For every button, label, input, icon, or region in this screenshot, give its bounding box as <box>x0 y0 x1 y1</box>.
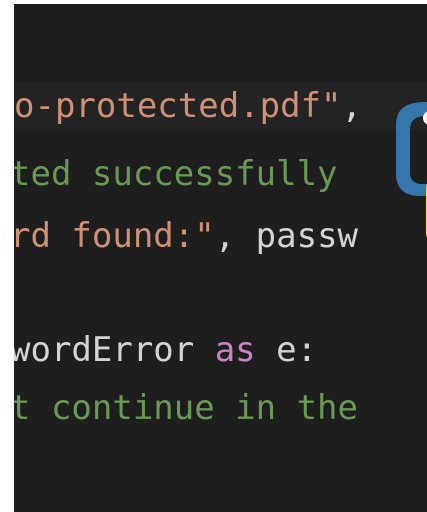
string-literal: o-protected.pdf" <box>14 86 342 126</box>
keyword: as <box>214 330 256 370</box>
code-line-4[interactable]: wordError as e: <box>14 326 317 374</box>
comma-punctuation: , <box>214 216 256 256</box>
identifier: passw <box>255 216 359 256</box>
identifier-tail: e: <box>255 330 318 370</box>
code-line-1[interactable]: o-protected.pdf", <box>14 82 427 130</box>
code-editor[interactable]: o-protected.pdf", ted successfully rd fo… <box>14 4 427 512</box>
identifier: wordError <box>14 330 215 370</box>
string-literal: rd found:" <box>14 216 215 256</box>
comment-text: ted successfully <box>14 154 338 194</box>
python-logo-blue-part <box>396 102 427 196</box>
code-line-5[interactable]: t continue in the <box>14 384 358 432</box>
code-line-3[interactable]: rd found:", passw <box>14 212 358 260</box>
screenshot-frame: o-protected.pdf", ted successfully rd fo… <box>0 0 427 512</box>
code-line-2[interactable]: ted successfully <box>14 150 338 198</box>
python-logo-icon <box>396 102 427 238</box>
comma-punctuation: , <box>341 86 362 126</box>
comment-text: t continue in the <box>14 388 358 428</box>
